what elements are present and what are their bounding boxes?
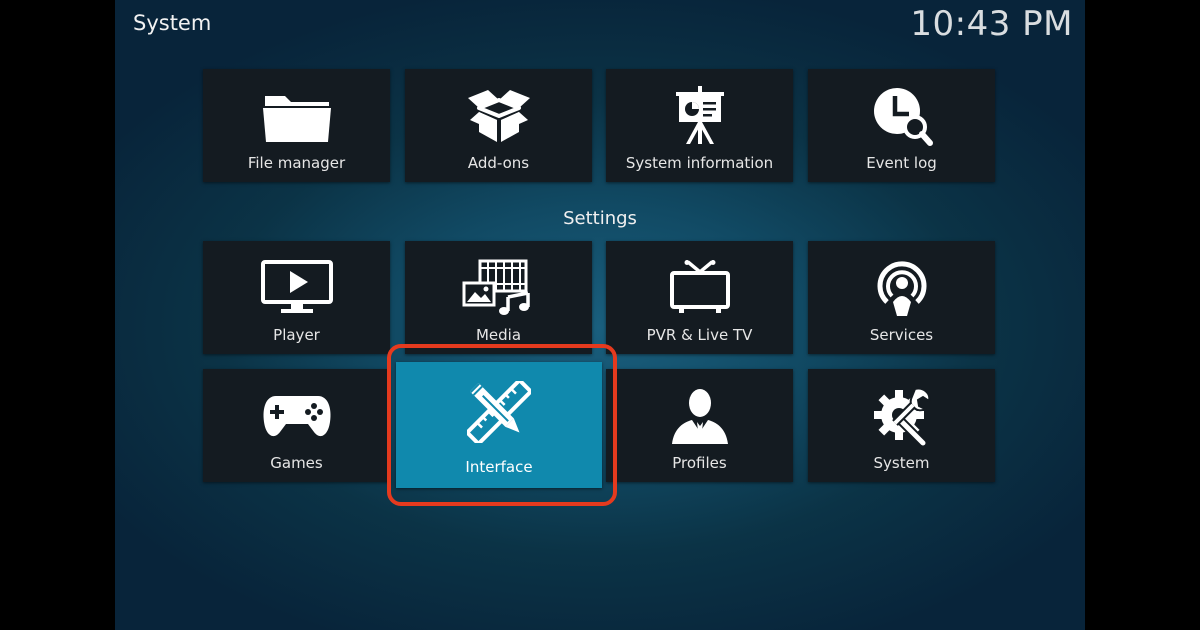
tile-games[interactable]: Games <box>203 369 390 482</box>
gamepad-icon <box>203 383 390 449</box>
play-monitor-icon <box>203 255 390 321</box>
tv-antenna-icon <box>606 255 793 321</box>
tile-add-ons[interactable]: Add-ons <box>405 69 592 182</box>
tile-label: System <box>873 454 930 472</box>
media-library-icon <box>405 255 592 321</box>
kodi-system-screen: System 10:43 PM File manager Add-ons Sys… <box>115 0 1085 630</box>
tile-label: Games <box>270 454 323 472</box>
tile-system[interactable]: System <box>808 369 995 482</box>
tile-label: Player <box>273 326 320 344</box>
tile-player[interactable]: Player <box>203 241 390 354</box>
tile-label: Services <box>869 326 934 344</box>
tile-label: Add-ons <box>467 154 530 172</box>
tile-label: Media <box>475 326 522 344</box>
open-box-icon <box>405 83 592 149</box>
settings-heading: Settings <box>563 208 637 229</box>
gear-wrench-icon <box>808 383 995 449</box>
tile-pvr-live-tv[interactable]: PVR & Live TV <box>606 241 793 354</box>
tile-label: Event log <box>866 154 937 172</box>
presentation-board-icon <box>606 83 793 149</box>
tile-label: Profiles <box>672 454 727 472</box>
tile-profiles[interactable]: Profiles <box>606 369 793 482</box>
tile-system-information[interactable]: System information <box>606 69 793 182</box>
tile-label: System information <box>625 154 774 172</box>
clock-magnifier-icon <box>808 83 995 149</box>
tile-label: File manager <box>247 154 346 172</box>
folder-icon <box>203 83 390 149</box>
tile-file-manager[interactable]: File manager <box>203 69 390 182</box>
page-title: System <box>133 11 212 35</box>
tile-services[interactable]: Services <box>808 241 995 354</box>
tile-label: PVR & Live TV <box>646 326 753 344</box>
clock: 10:43 PM <box>910 4 1073 44</box>
tile-media[interactable]: Media <box>405 241 592 354</box>
broadcast-person-icon <box>808 255 995 321</box>
annotation-highlight <box>387 344 617 506</box>
tile-event-log[interactable]: Event log <box>808 69 995 182</box>
person-silhouette-icon <box>606 383 793 449</box>
